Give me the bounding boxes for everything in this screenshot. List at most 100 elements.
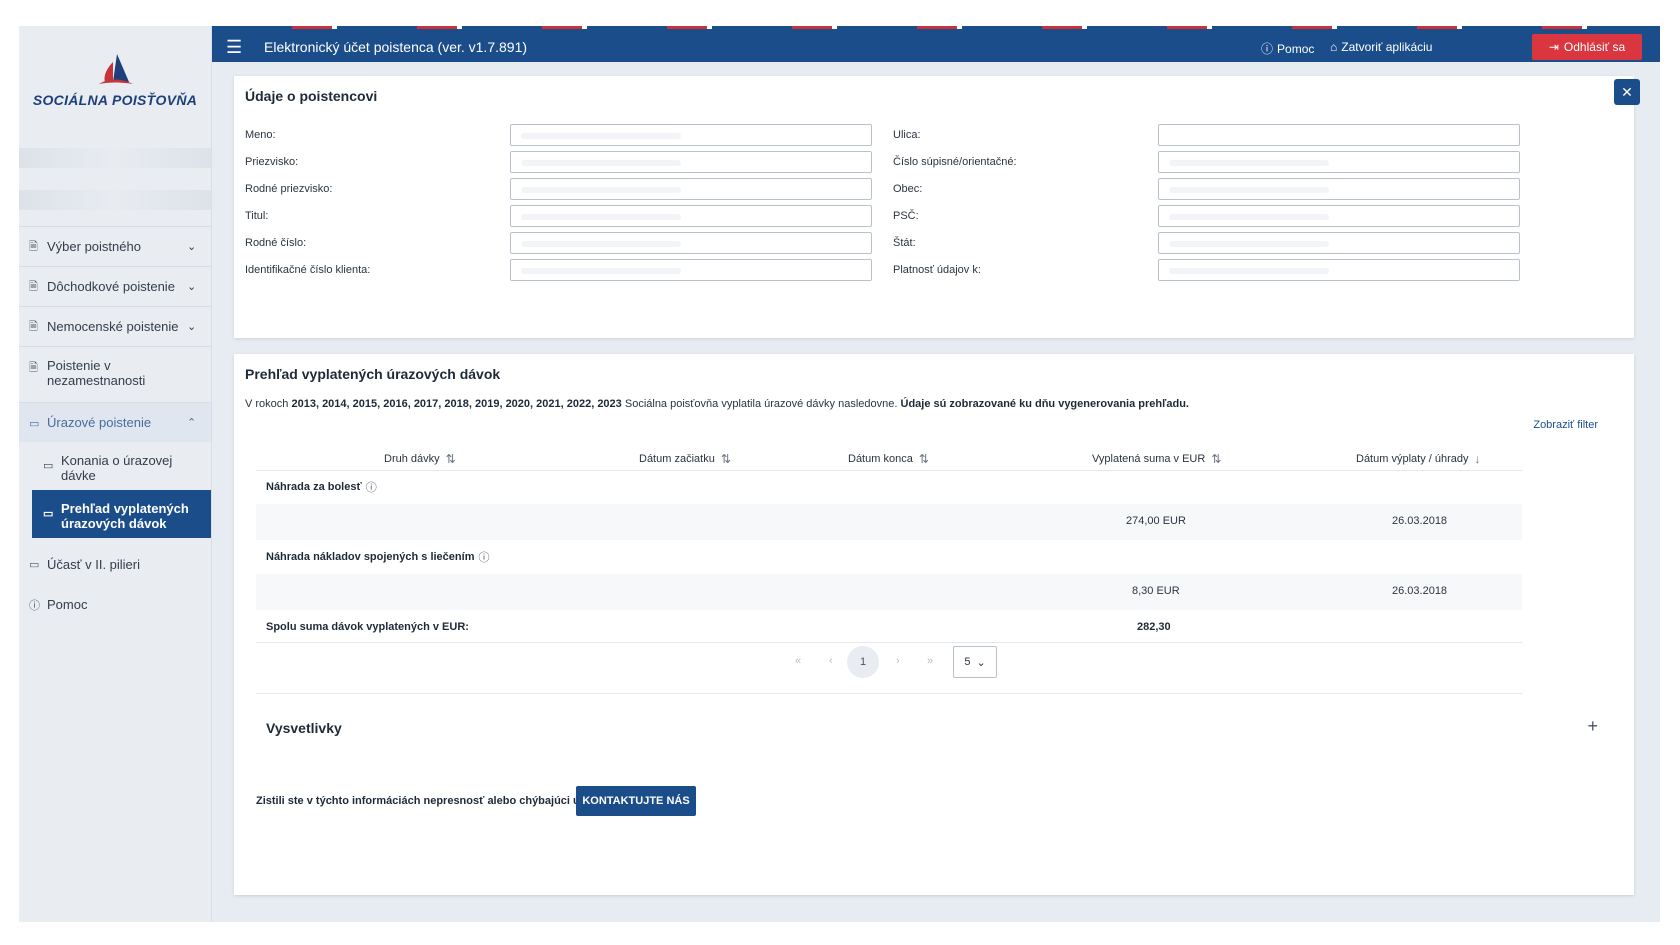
table-row: 274,00 EUR 26.03.2018: [256, 504, 1522, 540]
last-page-button[interactable]: »: [927, 655, 933, 667]
sort-icon: ⇅: [720, 452, 731, 466]
column-label: Dátum výplaty / úhrady: [1356, 453, 1469, 465]
row-divider: [256, 693, 1522, 694]
prev-page-button[interactable]: ‹: [829, 655, 833, 667]
field-identifikacne-cislo: Identifikačné číslo klienta:: [245, 259, 370, 281]
pagination: « ‹ 1 › » 5 ⌄: [234, 646, 1634, 680]
field-label: Priezvisko:: [245, 156, 299, 168]
folder-icon: ▭: [29, 417, 40, 430]
placeholder-bar: [19, 148, 211, 168]
sidebar-item-dochodkove-poistenie[interactable]: 🗎 Dôchodkové poistenie ⌄: [19, 266, 211, 306]
overview-title: Prehľad vyplatených úrazových dávok: [245, 366, 501, 382]
sidebar-item-urazove-poistenie[interactable]: ▭ Úrazové poistenie ⌃: [19, 402, 211, 442]
home-icon: ⌂: [1330, 40, 1338, 54]
contact-us-button[interactable]: KONTAKTUJTE NÁS: [576, 786, 696, 816]
sidebar-item-pomoc[interactable]: ⓘ Pomoc: [19, 584, 211, 624]
brand-logo[interactable]: SOCIÁLNA POISŤOVŇA: [19, 26, 211, 126]
field-priezvisko: Priezvisko:: [245, 151, 298, 173]
column-header-koniec[interactable]: Dátum konca ⇅: [848, 452, 929, 466]
identifikacne-cislo-field[interactable]: [510, 259, 872, 281]
sidebar: SOCIÁLNA POISŤOVŇA 🗎 Výber poistného ⌄ 🗎…: [19, 26, 212, 922]
field-label: Identifikačné číslo klienta:: [245, 264, 371, 276]
field-ulica: Ulica:: [893, 124, 921, 146]
chevron-down-icon: ⌄: [976, 656, 986, 669]
titul-field[interactable]: [510, 205, 872, 227]
next-page-button[interactable]: ›: [896, 655, 900, 667]
top-bar: ☰ Elektronický účet poistenca (ver. v1.7…: [212, 26, 1660, 62]
folder-icon: ▭: [43, 460, 54, 472]
psc-field[interactable]: [1158, 205, 1520, 227]
sidebar-item-label: Poistenie v nezamestnanosti: [47, 358, 146, 388]
field-platnost: Platnosť údajov k:: [893, 259, 981, 281]
show-filter-link[interactable]: Zobraziť filter: [1533, 419, 1598, 431]
field-label: Titul:: [245, 210, 269, 222]
column-header-zaciatok[interactable]: Dátum začiatku ⇅: [639, 452, 731, 466]
rodne-priezvisko-field[interactable]: [510, 178, 872, 200]
field-label: Štát:: [893, 237, 916, 249]
platnost-field[interactable]: [1158, 259, 1520, 281]
column-header-suma[interactable]: Vyplatená suma v EUR ⇅: [1092, 452, 1221, 466]
logout-button[interactable]: ⇥ Odhlásiť sa: [1532, 34, 1642, 60]
explanations-heading[interactable]: Vysvetlivky: [266, 720, 342, 736]
benefits-overview-card: Prehľad vyplatených úrazových dávok V ro…: [234, 354, 1634, 895]
sort-desc-icon: ↓: [1474, 452, 1481, 466]
obec-field[interactable]: [1158, 178, 1520, 200]
chevron-down-icon: ⌄: [187, 241, 197, 253]
close-app-link[interactable]: ⌂ Zatvoriť aplikáciu: [1330, 40, 1432, 54]
sidebar-subitem-konania[interactable]: ▭ Konania o úrazovej dávke: [19, 442, 211, 490]
column-label: Dátum začiatku: [639, 453, 715, 465]
rodne-cislo-field[interactable]: [510, 232, 872, 254]
close-app-label: Zatvoriť aplikáciu: [1341, 40, 1433, 54]
sidebar-item-ucast-ii-pilier[interactable]: ▭ Účasť v II. pilieri: [19, 544, 211, 584]
sidebar-item-label: Účasť v II. pilieri: [47, 556, 141, 572]
priezvisko-field[interactable]: [510, 151, 872, 173]
field-label: Číslo súpisné/orientačné:: [893, 156, 1017, 168]
sidebar-item-poistenie-v-nezamestnanosti[interactable]: 🗎 Poistenie v nezamestnanosti: [19, 346, 211, 402]
chevron-down-icon: ⌄: [187, 321, 197, 333]
sidebar-item-label: Prehľad vyplatených úrazových dávok: [61, 501, 189, 531]
info-icon[interactable]: ⓘ: [478, 549, 489, 565]
field-obec: Obec:: [893, 178, 922, 200]
info-icon[interactable]: ⓘ: [366, 479, 377, 495]
date-cell: 26.03.2018: [1392, 515, 1448, 527]
field-label: Rodné číslo:: [245, 237, 307, 249]
plus-icon[interactable]: +: [1587, 716, 1598, 737]
sidebar-item-vyber-poistneho[interactable]: 🗎 Výber poistného ⌄: [19, 226, 211, 266]
app-frame: SOCIÁLNA POISŤOVŇA 🗎 Výber poistného ⌄ 🗎…: [19, 26, 1660, 922]
stat-field[interactable]: [1158, 232, 1520, 254]
intro-prefix: V rokoch: [245, 398, 289, 410]
sidebar-subitem-prehlad-davok[interactable]: ▭ Prehľad vyplatených úrazových dávok: [32, 490, 211, 538]
intro-mid: Sociálna poisťovňa vyplatila úrazové dáv…: [624, 398, 898, 410]
ulica-field[interactable]: [1158, 124, 1520, 146]
page-1-button[interactable]: 1: [847, 646, 879, 678]
column-label: Vyplatená suma v EUR: [1092, 453, 1206, 465]
insured-card-title: Údaje o poistencovi: [245, 88, 378, 104]
sort-icon: ⇅: [918, 452, 929, 466]
total-label: Spolu suma dávok vyplatených v EUR:: [266, 621, 469, 633]
first-page-button[interactable]: «: [795, 655, 801, 667]
amount-cell: 274,00 EUR: [1126, 515, 1186, 527]
wallet-icon: ▭: [43, 508, 54, 520]
field-rodne-priezvisko: Rodné priezvisko:: [245, 178, 332, 200]
column-header-datum-vyplaty[interactable]: Dátum výplaty / úhrady ↓: [1356, 452, 1481, 466]
cislo-supisne-field[interactable]: [1158, 151, 1520, 173]
chevron-up-icon: ⌃: [187, 417, 197, 429]
help-link[interactable]: ⓘ Pomoc: [1261, 40, 1314, 57]
document-icon: 🗎: [29, 280, 38, 293]
chevron-down-icon: ⌄: [187, 281, 197, 293]
page-size-select[interactable]: 5 ⌄: [953, 646, 997, 678]
column-header-druh[interactable]: Druh dávky ⇅: [384, 452, 456, 466]
sidebar-item-label: Konania o úrazovej dávke: [61, 453, 173, 483]
field-meno: Meno:: [245, 124, 276, 146]
sidebar-item-nemocenske-poistenie[interactable]: 🗎 Nemocenské poistenie ⌄: [19, 306, 211, 346]
page-size-value: 5: [964, 656, 971, 668]
field-label: Platnosť údajov k:: [893, 264, 981, 276]
amount-cell: 8,30 EUR: [1132, 585, 1180, 597]
document-icon: 🗎: [29, 362, 38, 374]
row-divider: [256, 642, 1522, 643]
meno-field[interactable]: [510, 124, 872, 146]
hamburger-menu-icon[interactable]: ☰: [226, 38, 242, 56]
document-icon: 🗎: [29, 240, 38, 253]
close-icon[interactable]: ✕: [1614, 79, 1640, 105]
field-rodne-cislo: Rodné číslo:: [245, 232, 306, 254]
